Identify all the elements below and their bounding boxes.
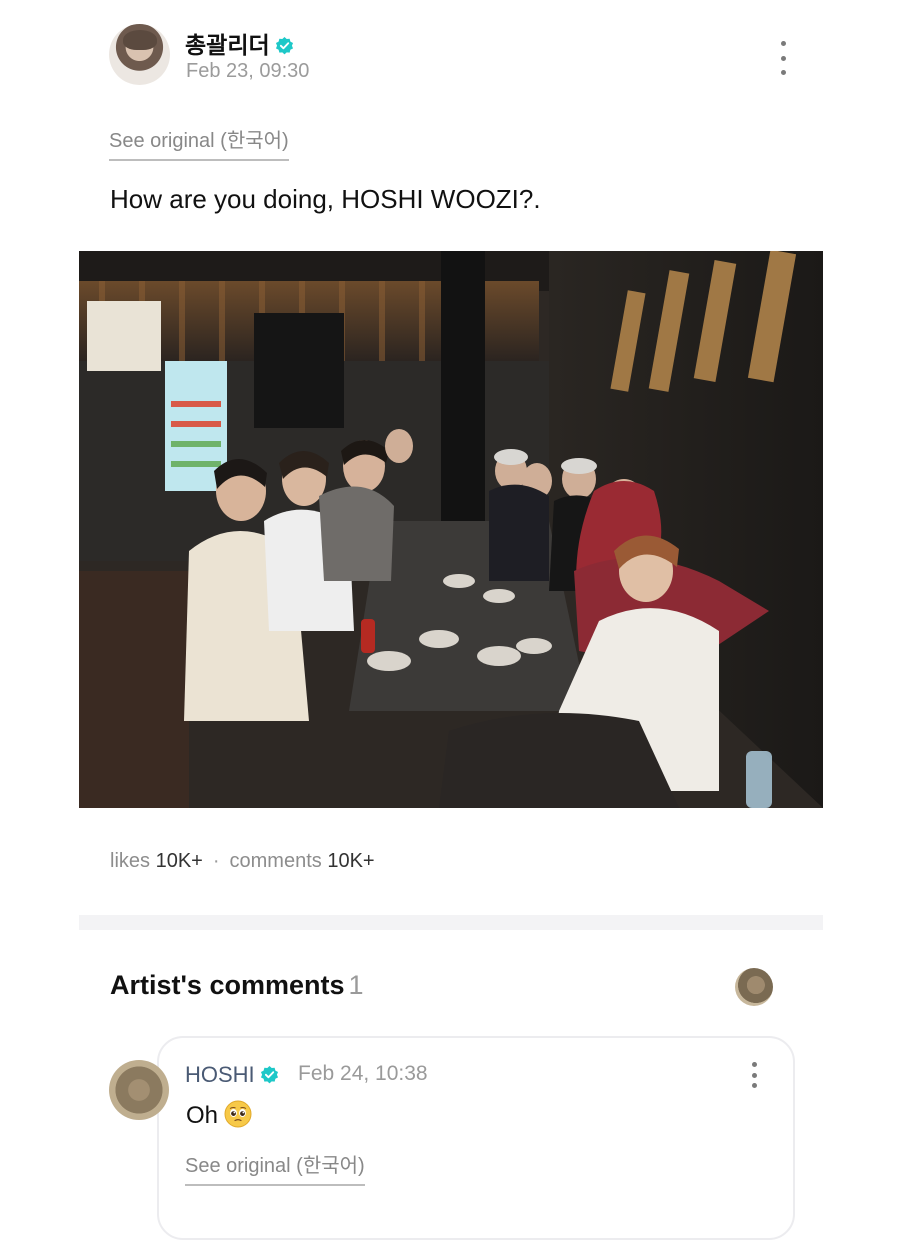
comment-body: Oh	[186, 1100, 252, 1130]
dot	[780, 41, 786, 46]
photo-image	[79, 251, 823, 808]
post-see-original-link[interactable]: See original (한국어)	[109, 124, 289, 161]
author-name-row[interactable]: 총괄리더	[185, 26, 294, 60]
verified-badge-icon	[260, 1065, 278, 1084]
artist-comments-header: Artist's comments 1	[110, 970, 364, 1001]
author-avatar[interactable]	[109, 24, 170, 85]
pleading-face-emoji-icon	[224, 1100, 252, 1128]
post-stats: likes 10K+ · comments 10K+	[110, 850, 375, 873]
comment-more-icon[interactable]	[744, 1062, 764, 1088]
comment-author-avatar[interactable]	[109, 1060, 169, 1120]
artist-avatar-thumbnail[interactable]	[735, 968, 773, 1006]
dot	[780, 55, 786, 61]
artist-comments-title: Artist's comments	[110, 970, 345, 1000]
post-body-text: How are you doing, HOSHI WOOZI?.	[110, 184, 541, 214]
section-divider	[79, 915, 823, 930]
likes-count: 10K+	[155, 850, 203, 872]
post-photo[interactable]	[79, 251, 823, 808]
comment-text: Oh	[186, 1102, 219, 1129]
post-timestamp: Feb 23, 09:30	[186, 60, 310, 82]
likes-label: likes	[110, 850, 151, 872]
comment-author-name[interactable]: HOSHI	[185, 1062, 255, 1087]
comment-see-original-link[interactable]: See original (한국어)	[185, 1149, 365, 1186]
post-more-icon[interactable]	[773, 41, 793, 75]
artist-comments-count: 1	[348, 970, 364, 1000]
dot	[751, 1083, 757, 1088]
comment-timestamp: Feb 24, 10:38	[298, 1062, 428, 1085]
comment-author-row[interactable]: HOSHI	[185, 1062, 279, 1088]
dot	[780, 70, 786, 75]
dot	[751, 1072, 757, 1078]
verified-badge-icon	[275, 36, 293, 55]
stats-separator: ·	[212, 850, 220, 872]
comments-count[interactable]: 10K+	[327, 850, 374, 872]
dot	[751, 1062, 757, 1067]
author-name[interactable]: 총괄리더	[185, 32, 270, 58]
comments-label[interactable]: comments	[230, 850, 322, 872]
